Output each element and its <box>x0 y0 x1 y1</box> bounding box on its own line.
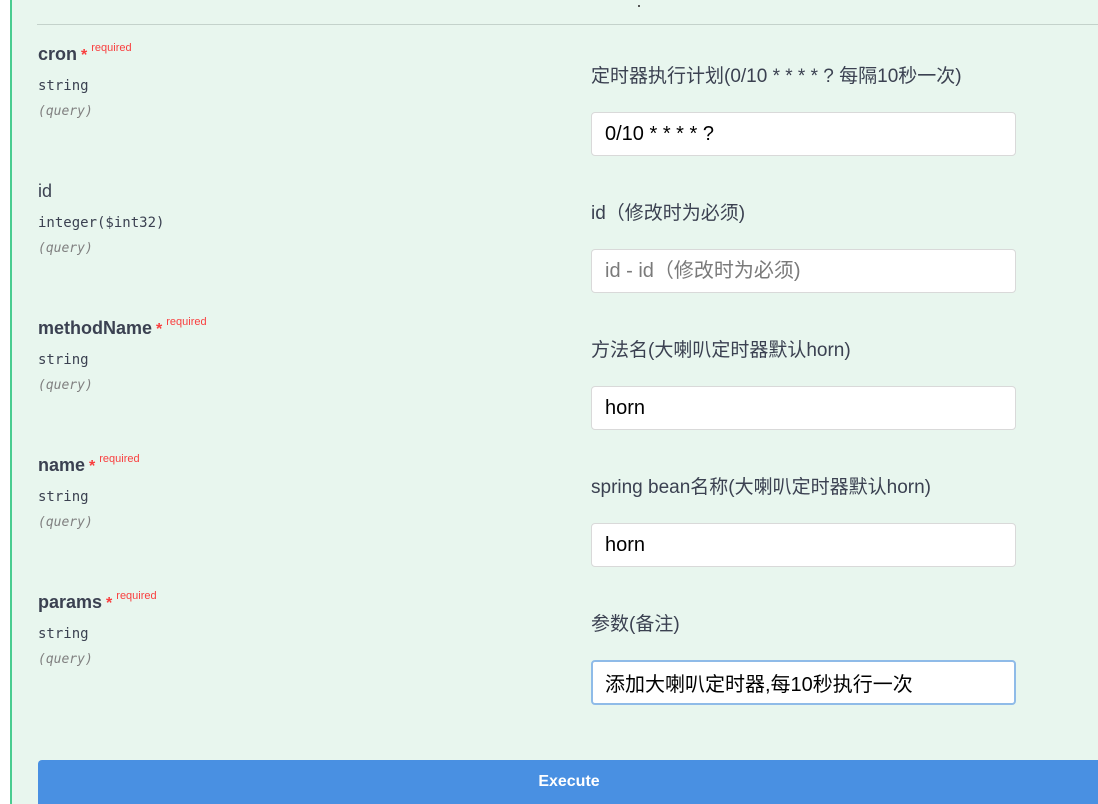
param-name-cron: cron * required <box>38 42 132 64</box>
execute-button[interactable]: Execute <box>38 760 1098 804</box>
param-in-name: (query) <box>38 515 93 530</box>
param-name-id: id <box>38 181 53 201</box>
required-star: * <box>89 458 96 475</box>
divider-dot <box>638 5 640 7</box>
top-divider <box>37 24 1098 25</box>
id-input[interactable] <box>591 249 1016 293</box>
required-star: * <box>106 595 113 612</box>
required-star: * <box>81 47 88 64</box>
param-desc-name: spring bean名称(大喇叭定时器默认horn) <box>591 477 931 498</box>
params-input[interactable] <box>591 660 1016 705</box>
param-type-name: string <box>38 489 89 505</box>
methodName-input[interactable] <box>591 386 1016 430</box>
parameters-panel: cron * required string (query) 定时器执行计划(0/1… <box>10 0 1098 804</box>
required-star: * <box>156 321 163 338</box>
param-in-methodName: (query) <box>38 378 93 393</box>
param-desc-params: 参数(备注) <box>591 614 680 635</box>
required-label: required <box>116 590 157 602</box>
required-label: required <box>166 316 207 328</box>
required-label: required <box>91 42 132 54</box>
param-desc-methodName: 方法名(大喇叭定时器默认horn) <box>591 340 851 361</box>
param-name-params: params * required <box>38 590 157 612</box>
param-type-params: string <box>38 626 89 642</box>
param-in-id: (query) <box>38 241 93 256</box>
param-type-methodName: string <box>38 352 89 368</box>
param-type-id: integer($int32) <box>38 215 165 231</box>
cron-input[interactable] <box>591 112 1016 156</box>
param-desc-cron: 定时器执行计划(0/10 * * * * ? 每隔10秒一次) <box>591 66 962 87</box>
param-in-cron: (query) <box>38 104 93 119</box>
param-desc-id: id（修改时为必须) <box>591 203 746 224</box>
name-input[interactable] <box>591 523 1016 567</box>
required-label: required <box>99 453 140 465</box>
param-type-cron: string <box>38 78 89 94</box>
param-in-params: (query) <box>38 652 93 667</box>
param-name-name: name * required <box>38 453 140 475</box>
param-name-methodName: methodName * required <box>38 316 207 338</box>
